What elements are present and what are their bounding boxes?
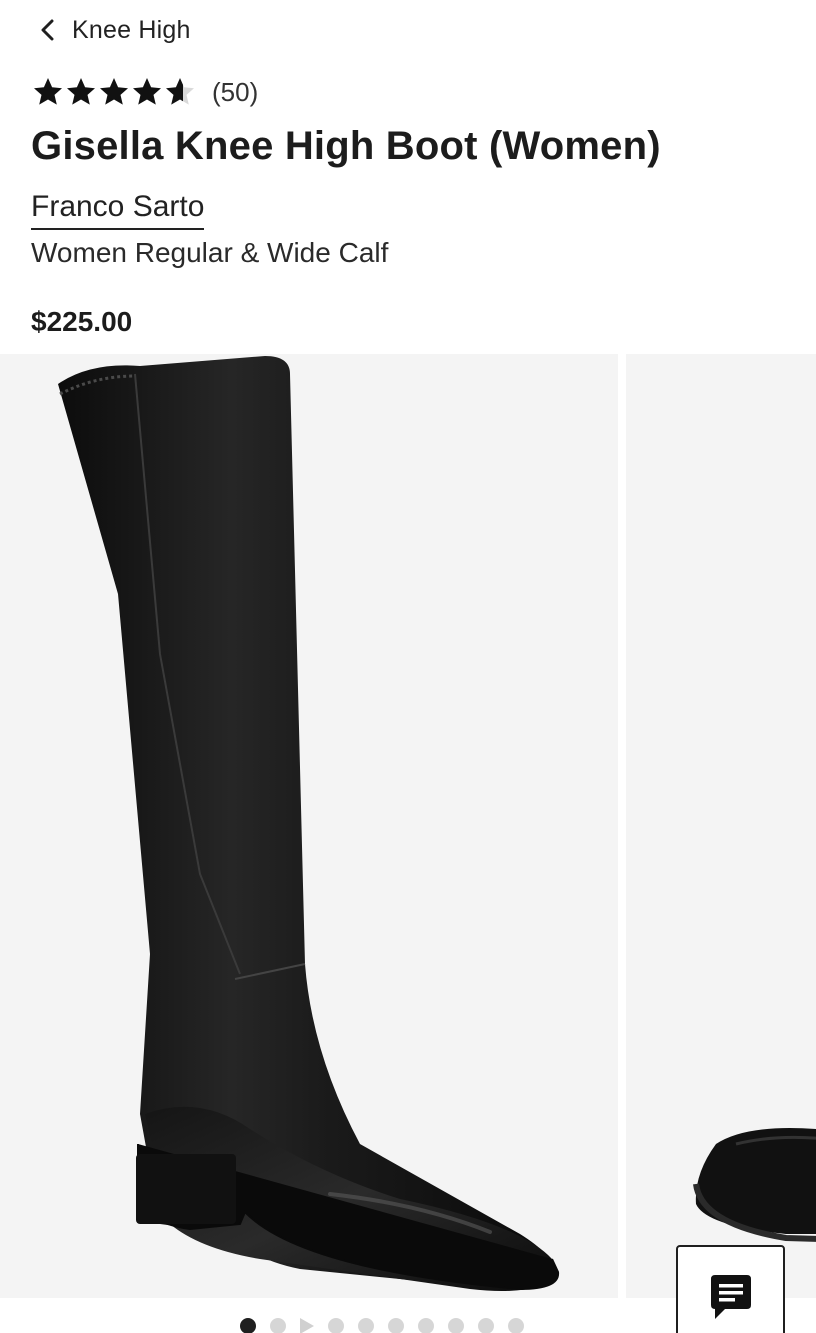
chat-button[interactable]	[676, 1245, 785, 1333]
pagination-dot[interactable]	[388, 1318, 404, 1333]
carousel-pagination	[240, 1316, 524, 1333]
pagination-dot[interactable]	[328, 1318, 344, 1333]
boot-image	[58, 356, 560, 1292]
product-image-next[interactable]	[626, 354, 816, 1298]
product-price: $225.00	[31, 306, 133, 337]
star-icon	[166, 78, 194, 105]
pagination-dot[interactable]	[270, 1318, 286, 1333]
boot-image-partial	[693, 1128, 816, 1242]
chevron-left-icon	[41, 19, 54, 41]
star-icon	[67, 78, 95, 105]
product-image[interactable]	[0, 354, 618, 1298]
rating[interactable]: (50)	[32, 72, 258, 112]
star-icon	[100, 78, 128, 105]
pagination-dot[interactable]	[508, 1318, 524, 1333]
review-count: (50)	[212, 76, 259, 107]
star-icon	[133, 78, 161, 105]
product-title: Gisella Knee High Boot (Women)	[31, 124, 661, 168]
product-subtitle: Women Regular & Wide Calf	[31, 237, 389, 268]
pagination-dot[interactable]	[418, 1318, 434, 1333]
back-link-label: Knee High	[72, 15, 191, 44]
brand-link[interactable]: Franco Sarto	[31, 188, 205, 230]
pagination-dot[interactable]	[358, 1318, 374, 1333]
chat-bubble-icon	[710, 1275, 751, 1319]
star-icon	[34, 78, 62, 105]
pagination-dot[interactable]	[240, 1318, 256, 1333]
pagination-dot[interactable]	[448, 1318, 464, 1333]
product-image-carousel[interactable]	[0, 354, 816, 1298]
pagination-dot[interactable]	[478, 1318, 494, 1333]
play-icon[interactable]	[300, 1318, 314, 1333]
star-rating	[32, 76, 196, 108]
back-link[interactable]: Knee High	[38, 10, 191, 50]
